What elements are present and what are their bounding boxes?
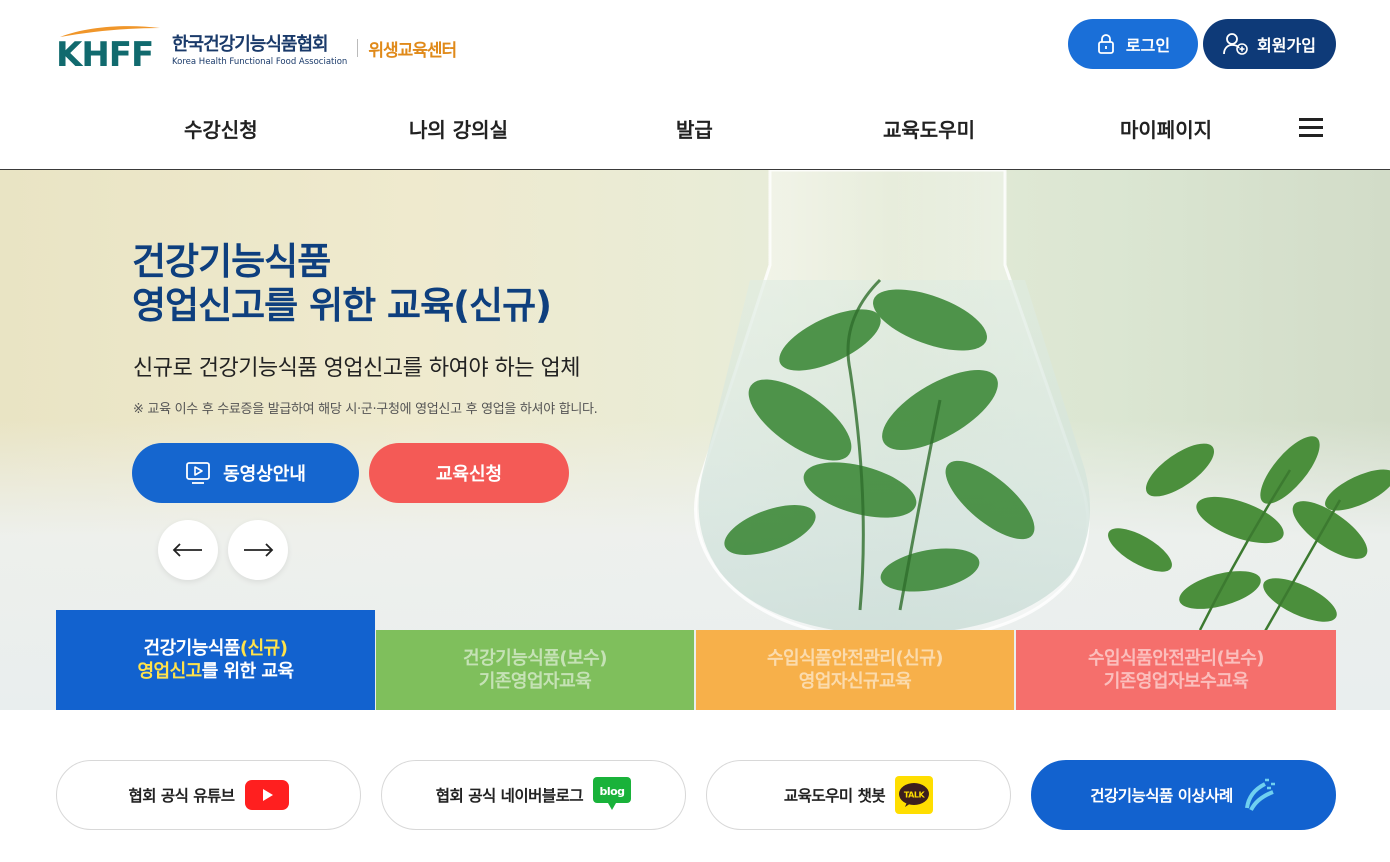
svg-text:blog: blog <box>600 785 625 798</box>
site-header: KHFF 한국건강기능식품협회 Korea Health Functional … <box>0 0 1390 170</box>
tab-health-food-refresher[interactable]: 건강기능식품(보수) 기존영업자교육 <box>376 630 694 710</box>
join-button[interactable]: 회원가입 <box>1203 19 1336 69</box>
nav-item-mypage[interactable]: 마이페이지 <box>1120 114 1212 143</box>
nav-item-my-classroom[interactable]: 나의 강의실 <box>409 114 508 143</box>
blog-icon: blog <box>593 777 632 813</box>
khff-logo-mark: KHFF <box>56 24 164 72</box>
apply-button[interactable]: 교육신청 <box>369 443 569 503</box>
lock-icon <box>1098 34 1114 54</box>
main-nav: 수강신청 나의 강의실 발급 교육도우미 마이페이지 <box>0 100 1390 156</box>
slide-prev-button[interactable] <box>158 520 218 580</box>
hero-subtitle: 신규로 건강기능식품 영업신고를 하여야 하는 업체 <box>133 356 581 381</box>
site-logo[interactable]: KHFF 한국건강기능식품협회 Korea Health Functional … <box>56 22 457 74</box>
youtube-link-label: 협회 공식 유튜브 <box>128 787 235 805</box>
login-label: 로그인 <box>1125 36 1171 55</box>
nav-item-issuance[interactable]: 발급 <box>676 114 713 143</box>
nav-item-help[interactable]: 교육도우미 <box>883 114 975 143</box>
naver-blog-link[interactable]: 협회 공식 네이버블로그 blog <box>381 760 686 830</box>
logo-abbr: KHFF <box>56 35 154 75</box>
chatbot-link[interactable]: 교육도우미 챗봇 TALK <box>706 760 1011 830</box>
naver-blog-link-label: 협회 공식 네이버블로그 <box>435 787 584 805</box>
arrow-right-icon <box>244 543 274 557</box>
hamburger-menu-icon[interactable] <box>1299 118 1323 138</box>
org-name-en: Korea Health Functional Food Association <box>172 56 348 67</box>
video-play-icon <box>186 462 210 484</box>
logo-divider <box>357 39 359 57</box>
center-name: 위생교육센터 <box>368 40 457 61</box>
svg-text:TALK: TALK <box>904 791 926 800</box>
login-button[interactable]: 로그인 <box>1068 19 1198 69</box>
hero-title: 건강기능식품 영업신고를 위한 교육(신규) <box>132 240 552 328</box>
adverse-event-link[interactable]: 건강기능식품 이상사례 <box>1031 760 1336 830</box>
hero-title-line1: 건강기능식품 <box>132 240 331 283</box>
youtube-link[interactable]: 협회 공식 유튜브 <box>56 760 361 830</box>
add-user-icon <box>1223 33 1248 55</box>
join-label: 회원가입 <box>1257 36 1316 55</box>
org-name: 한국건강기능식품협회 <box>172 33 329 55</box>
arrow-left-icon <box>172 543 202 557</box>
tab-health-food-new[interactable]: 건강기능식품(신규) 영업신고를 위한 교육 <box>56 610 375 710</box>
chatbot-link-label: 교육도우미 챗봇 <box>783 787 886 805</box>
flask-plant-image <box>694 170 1390 644</box>
hero-note: ※ 교육 이수 후 수료증을 발급하여 해당 시·군·구청에 영업신고 후 영업… <box>133 402 598 417</box>
report-icon <box>1244 778 1275 811</box>
adverse-event-link-label: 건강기능식품 이상사례 <box>1090 787 1233 805</box>
video-guide-label: 동영상안내 <box>223 464 306 485</box>
video-guide-button[interactable]: 동영상안내 <box>132 443 359 503</box>
youtube-icon <box>244 780 289 810</box>
hero-title-line2: 영업신고를 위한 교육(신규) <box>132 284 552 327</box>
nav-item-course-registration[interactable]: 수강신청 <box>184 114 258 143</box>
kakao-talk-icon: TALK <box>895 776 934 814</box>
tab-import-food-refresher[interactable]: 수입식품안전관리(보수) 기존영업자보수교육 <box>1016 630 1336 710</box>
slide-next-button[interactable] <box>228 520 288 580</box>
tab-import-food-new[interactable]: 수입식품안전관리(신규) 영업자신규교육 <box>696 630 1014 710</box>
